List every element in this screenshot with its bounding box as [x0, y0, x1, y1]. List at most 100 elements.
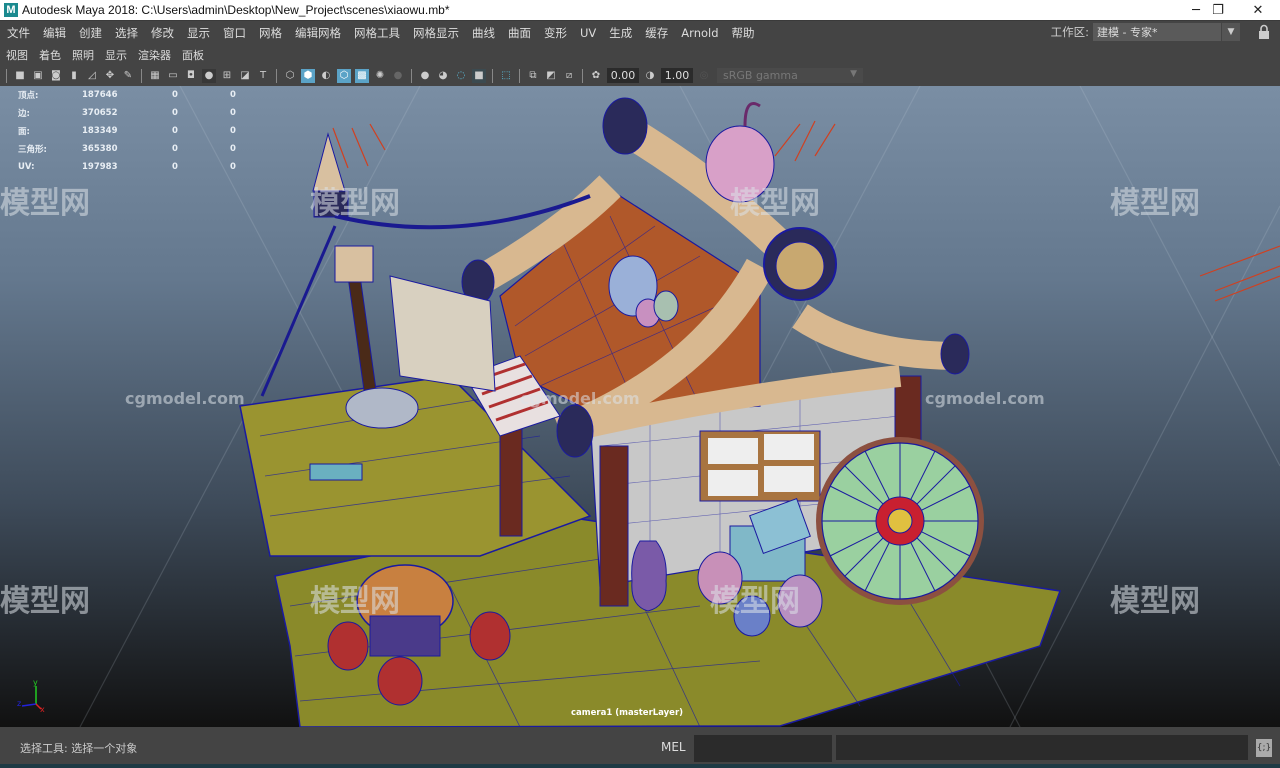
watermark-logo: 模型网 [310, 584, 400, 619]
panel-menu-show[interactable]: 显示 [99, 47, 132, 63]
beam-end [556, 404, 594, 458]
xray-active-icon[interactable]: ◩ [544, 69, 558, 83]
screen-space-ao-icon[interactable]: ● [418, 69, 432, 83]
menu-mesh[interactable]: 网格 [252, 25, 288, 41]
camera-select-icon[interactable]: ■ [13, 69, 27, 83]
menu-edit-mesh[interactable]: 编辑网格 [288, 25, 347, 41]
menu-uv[interactable]: UV [573, 26, 602, 40]
panel-toolbar: ■ ▣ ◙ ▮ ◿ ✥ ✎ ▦ ▭ ◘ ● ⊞ ◪ T ⬡ ⬢ ◐ ⬡ ▩ ✺ … [0, 65, 1280, 86]
panel-menu-view[interactable]: 视图 [0, 47, 33, 63]
viewport-3d[interactable]: 模型网 模型网 模型网 模型网 模型网 模型网 模型网 模型网 cgmodel.… [0, 86, 1280, 727]
camera-lock-icon[interactable]: ▣ [31, 69, 45, 83]
restore-button[interactable]: ❐ [1198, 0, 1238, 20]
lights-icon[interactable]: ✺ [373, 69, 387, 83]
default-material-icon[interactable]: ◐ [319, 69, 333, 83]
beam-end [602, 97, 648, 155]
toolbar-divider [411, 68, 412, 83]
bottom-strip [0, 764, 1280, 768]
close-button[interactable]: ✕ [1238, 0, 1278, 20]
watermark-logo: 模型网 [0, 584, 90, 619]
camera-attributes-icon[interactable]: ◙ [49, 69, 63, 83]
panel-menu-shading[interactable]: 着色 [33, 47, 66, 63]
smooth-shade-icon[interactable]: ⬢ [301, 68, 315, 83]
menu-windows[interactable]: 窗口 [216, 25, 252, 41]
axis-gizmo-icon: y z x [17, 678, 45, 714]
menu-arnold[interactable]: Arnold [674, 26, 724, 40]
hud-row-faces: 面: 183349 0 0 [18, 126, 236, 137]
film-gate-icon[interactable]: ▭ [166, 69, 180, 83]
workspace-dropdown[interactable]: 建模 - 专家* [1093, 23, 1221, 41]
toolbar-divider [276, 68, 277, 83]
isolate-select-icon[interactable]: ⬚ [499, 69, 513, 83]
field-chart-icon[interactable]: ⊞ [220, 69, 234, 83]
chevron-down-icon[interactable]: ▼ [1222, 23, 1240, 41]
axis-z-label: z [17, 699, 21, 708]
menu-cache[interactable]: 缓存 [638, 25, 674, 41]
menu-select[interactable]: 选择 [108, 25, 144, 41]
script-editor-icon[interactable]: {;} [1256, 739, 1272, 757]
grease-pencil-icon[interactable]: ✎ [121, 69, 135, 83]
workspace-selector: 工作区: 建模 - 专家* ▼ [1051, 23, 1240, 41]
menu-display[interactable]: 显示 [180, 25, 216, 41]
title-bar: M Autodesk Maya 2018: C:\Users\admin\Des… [0, 0, 1280, 20]
bookmark-icon[interactable]: ▮ [67, 69, 81, 83]
menu-help[interactable]: 帮助 [725, 25, 761, 41]
2d-pan-zoom-icon[interactable]: ✥ [103, 69, 117, 83]
wireframe-on-shaded-icon[interactable]: ⬡ [337, 68, 351, 83]
hud-row-triangles: 三角形: 365380 0 0 [18, 144, 236, 155]
rope [260, 225, 337, 397]
menu-deform[interactable]: 变形 [537, 25, 573, 41]
barrel [377, 656, 423, 706]
menu-surfaces[interactable]: 曲面 [501, 25, 537, 41]
color-space-dropdown[interactable]: sRGB gamma ▼ [717, 68, 863, 83]
multisample-aa-icon[interactable]: ◌ [454, 69, 468, 83]
mel-command-input[interactable] [694, 735, 832, 762]
watermark-logo: 模型网 [310, 186, 400, 221]
menu-edit[interactable]: 编辑 [36, 25, 72, 41]
mel-result-field [836, 735, 1248, 760]
grid-icon[interactable]: ▦ [148, 69, 162, 83]
menu-generate[interactable]: 生成 [602, 25, 638, 41]
axis-y-label: y [33, 678, 38, 687]
motion-blur-icon[interactable]: ◕ [436, 69, 450, 83]
menu-mesh-display[interactable]: 网格显示 [406, 25, 465, 41]
safe-action-icon[interactable]: ◪ [238, 69, 252, 83]
xray-joints-icon[interactable]: ⧄ [562, 69, 576, 83]
hud-row-uvs: UV: 197983 0 0 [18, 162, 236, 172]
hud-row-vertices: 顶点: 187646 0 0 [18, 90, 236, 101]
panel-menu-renderer[interactable]: 渲染器 [132, 47, 176, 63]
lock-icon[interactable] [1258, 24, 1270, 40]
wireframe-icon[interactable]: ⬡ [283, 69, 297, 83]
color-space-value: sRGB gamma [723, 69, 798, 82]
pillar [599, 445, 629, 607]
script-language-toggle[interactable]: MEL [661, 740, 686, 754]
image-plane-icon[interactable]: ◿ [85, 69, 99, 83]
watermark-logo: 模型网 [1110, 186, 1200, 221]
panel-menu-lighting[interactable]: 照明 [66, 47, 99, 63]
barrel [327, 621, 369, 671]
safe-title-icon[interactable]: T [256, 69, 270, 83]
textured-icon[interactable]: ▩ [355, 68, 369, 83]
view-transform-icon[interactable]: ◎ [697, 69, 711, 83]
hud-row-edges: 边: 370652 0 0 [18, 108, 236, 119]
exposure-icon[interactable]: ✿ [589, 69, 603, 83]
panel-menu-panels[interactable]: 面板 [176, 47, 209, 63]
gamma-field[interactable]: 1.00 [661, 68, 693, 83]
menu-modify[interactable]: 修改 [144, 25, 180, 41]
roof-beam [792, 304, 961, 370]
xray-icon[interactable]: ⧉ [526, 69, 540, 83]
menu-mesh-tools[interactable]: 网格工具 [347, 25, 406, 41]
help-line-status: 选择工具: 选择一个对象 [20, 742, 138, 755]
depth-of-field-icon[interactable]: ■ [472, 68, 486, 83]
menu-file[interactable]: 文件 [0, 25, 36, 41]
close-icon: ✕ [1252, 2, 1264, 18]
menu-create[interactable]: 创建 [72, 25, 108, 41]
beam-end [775, 241, 825, 291]
resolution-gate-icon[interactable]: ◘ [184, 69, 198, 83]
shadows-icon[interactable]: ● [391, 69, 405, 83]
menu-curves[interactable]: 曲线 [465, 25, 501, 41]
egg [653, 290, 679, 322]
exposure-field[interactable]: 0.00 [607, 68, 639, 83]
gate-mask-icon[interactable]: ● [202, 68, 216, 83]
gamma-icon[interactable]: ◑ [643, 69, 657, 83]
